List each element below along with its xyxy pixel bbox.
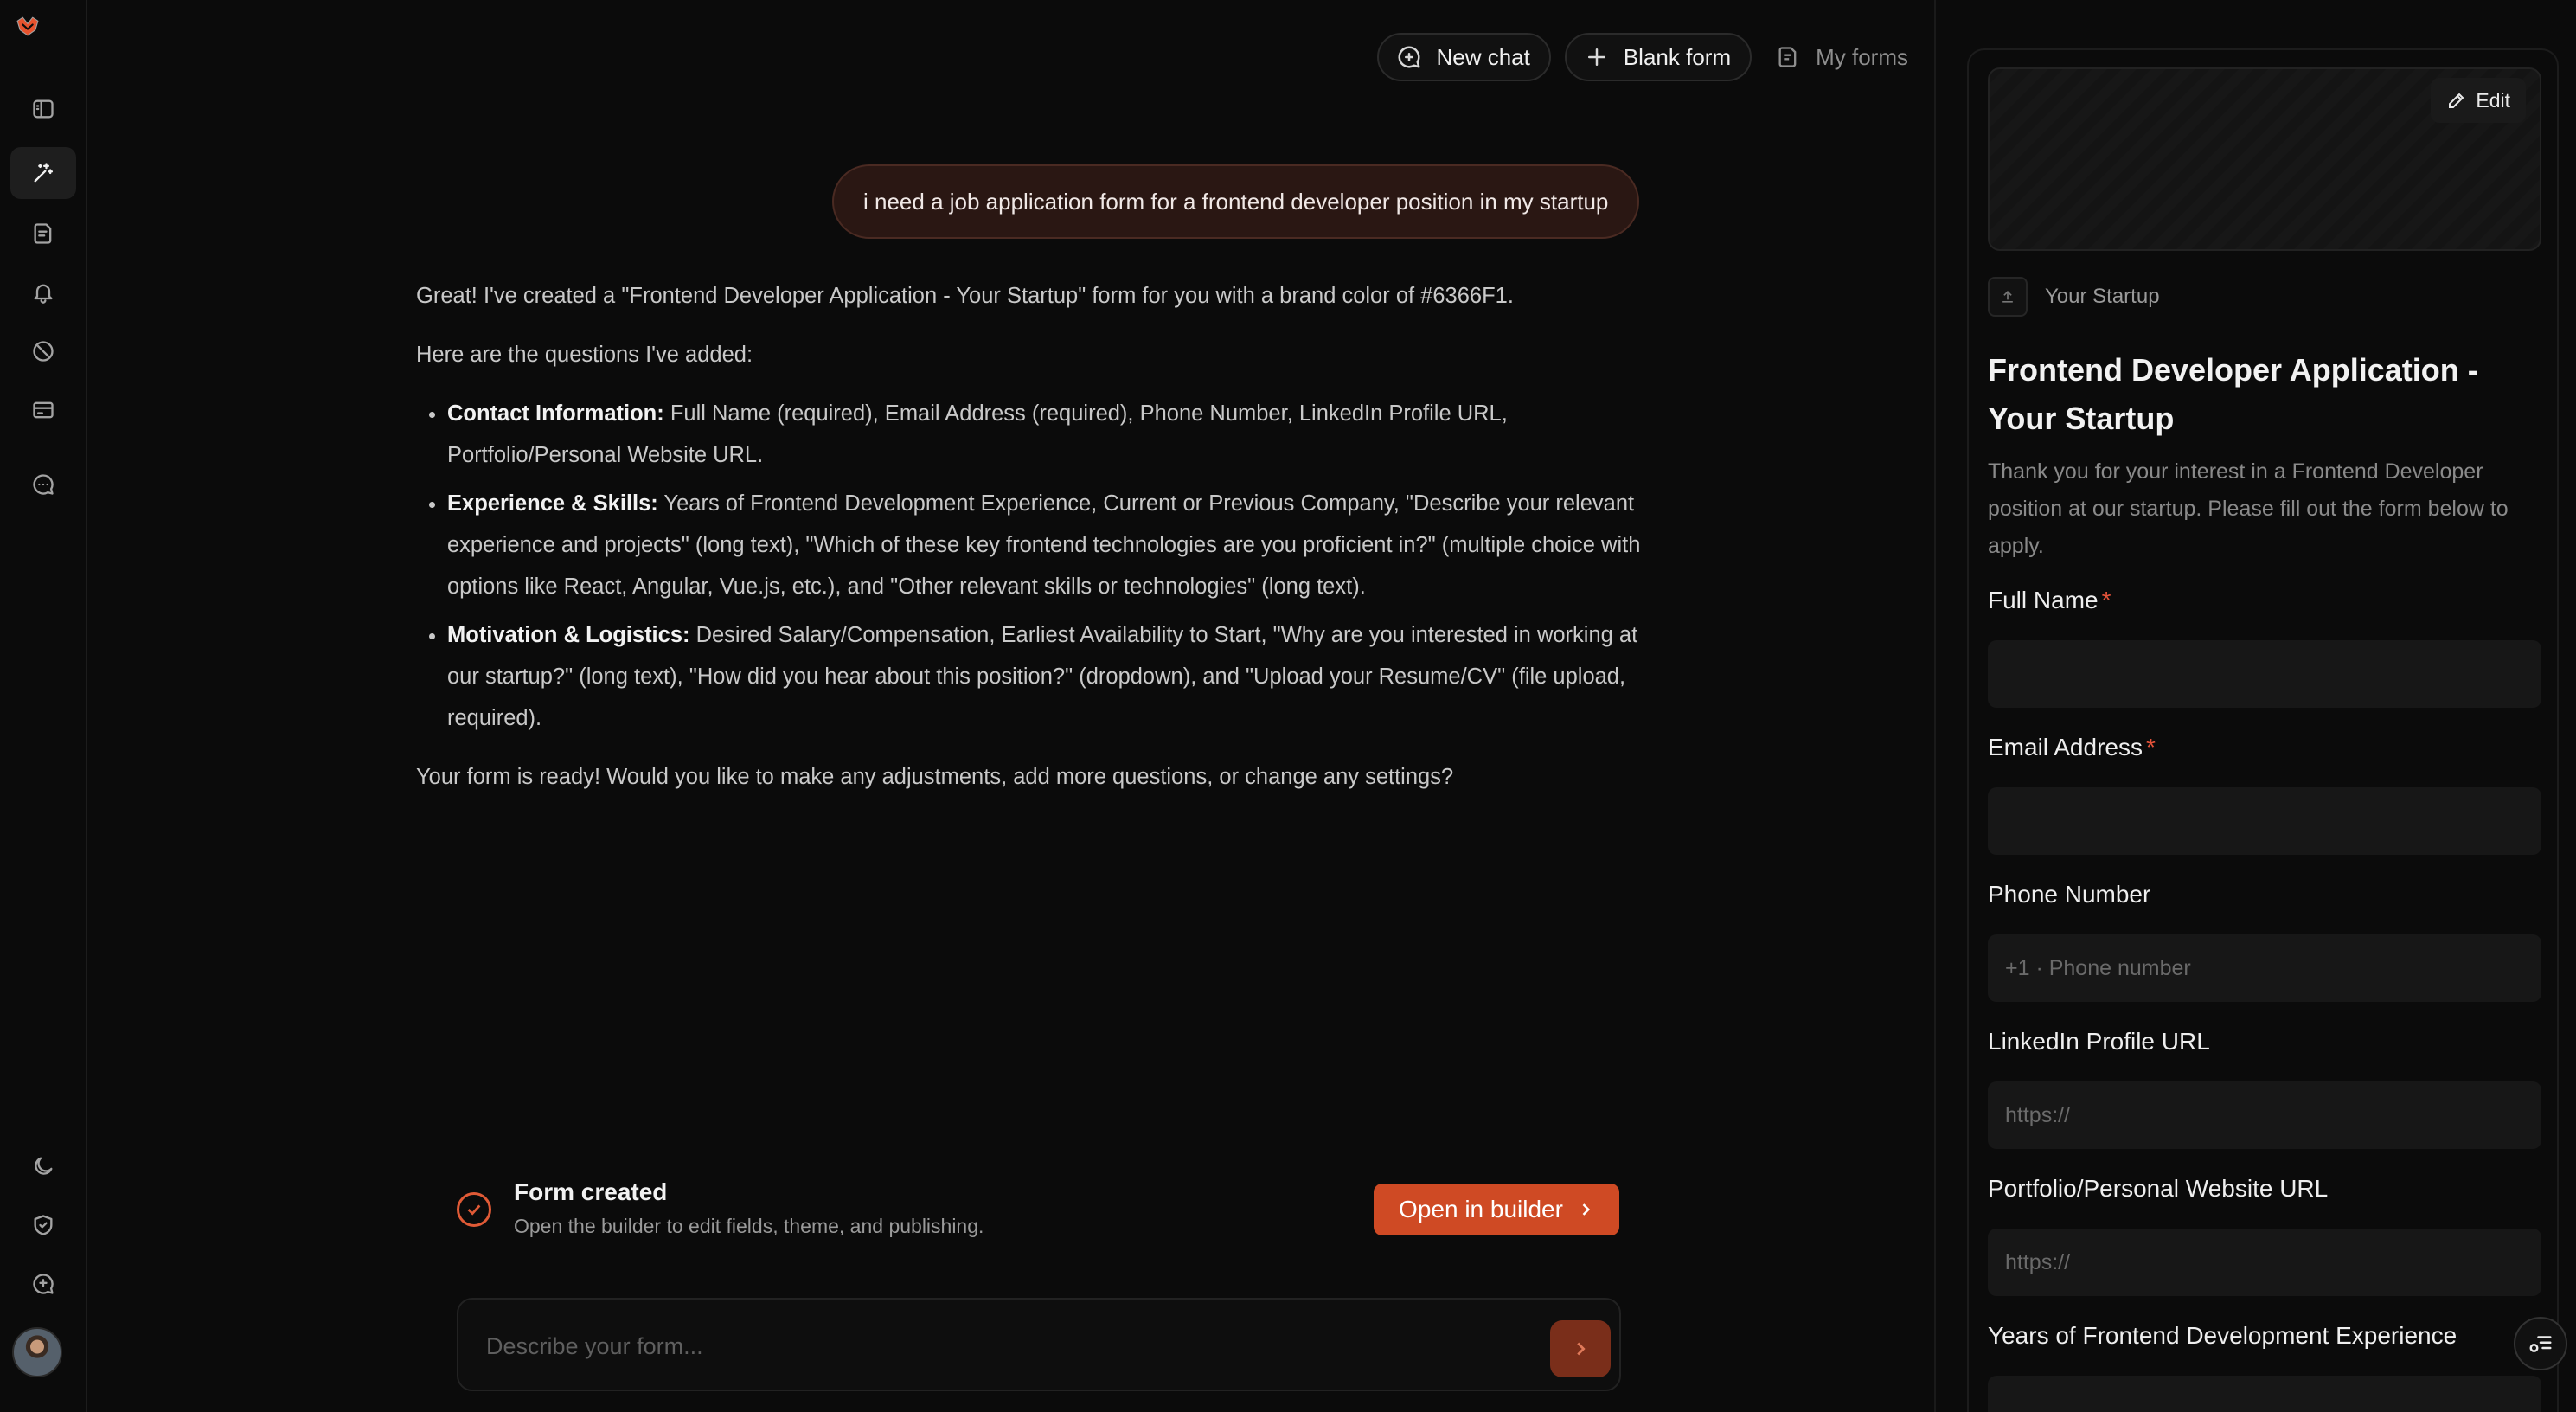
chevron-right-icon bbox=[1577, 1342, 1586, 1356]
list-settings-icon bbox=[2529, 1336, 2552, 1352]
field-label-phone: Phone Number bbox=[1988, 881, 2150, 908]
shield-check-icon bbox=[34, 1215, 53, 1236]
forms-button[interactable] bbox=[10, 208, 76, 260]
panel-divider bbox=[1934, 0, 1936, 1412]
chevron-right-icon bbox=[1582, 1203, 1591, 1216]
user-message-text: i need a job application form for a fron… bbox=[863, 188, 1609, 215]
field-label-text: LinkedIn Profile URL bbox=[1988, 1028, 2210, 1055]
cover-image-placeholder[interactable]: Edit bbox=[1988, 67, 2541, 251]
feedback-button[interactable] bbox=[10, 1258, 76, 1310]
new-chat-icon bbox=[1399, 46, 1420, 68]
field-label-experience: Years of Frontend Development Experience bbox=[1988, 1322, 2457, 1350]
my-forms-label: My forms bbox=[1816, 43, 1908, 70]
forms-icon bbox=[34, 223, 52, 244]
email-field[interactable] bbox=[1988, 787, 2541, 855]
portfolio-field[interactable] bbox=[1988, 1229, 2541, 1296]
list-item: Experience & Skills: Years of Frontend D… bbox=[447, 483, 1662, 607]
required-mark: * bbox=[2145, 734, 2156, 761]
form-settings-button[interactable] bbox=[2514, 1317, 2567, 1370]
chat-button[interactable] bbox=[10, 459, 76, 510]
icon-rail bbox=[0, 0, 87, 1412]
field-label-text: Email Address bbox=[1988, 734, 2143, 761]
full-name-field[interactable] bbox=[1988, 640, 2541, 708]
open-in-builder-button[interactable]: Open in builder bbox=[1374, 1184, 1619, 1236]
upload-logo-button[interactable] bbox=[1988, 277, 2028, 317]
card-icon bbox=[33, 401, 54, 419]
section-title: Contact Information: bbox=[447, 401, 664, 426]
security-button[interactable] bbox=[10, 1199, 76, 1251]
new-chat-button[interactable]: New chat bbox=[1377, 33, 1551, 81]
ai-builder-button[interactable] bbox=[10, 147, 76, 199]
field-label-text: Portfolio/Personal Website URL bbox=[1988, 1175, 2329, 1202]
form-preview-panel: Edit Your Startup Frontend Developer App… bbox=[1967, 48, 2559, 1412]
experience-field[interactable] bbox=[1988, 1376, 2541, 1412]
required-mark: * bbox=[2101, 587, 2111, 613]
chat-bubble-icon bbox=[33, 474, 54, 495]
form-description: Thank you for your interest in a Fronten… bbox=[1988, 459, 2509, 558]
assistant-reply: Great! I've created a "Frontend Develope… bbox=[416, 275, 1662, 815]
notifications-button[interactable] bbox=[10, 266, 76, 318]
theme-toggle-button[interactable] bbox=[10, 1140, 76, 1192]
edit-label: Edit bbox=[2476, 88, 2510, 112]
brand-row: Your Startup bbox=[1988, 277, 2160, 317]
feedback-icon bbox=[33, 1274, 54, 1294]
top-toolbar: New chat Blank form My forms bbox=[1377, 33, 1919, 81]
user-avatar[interactable] bbox=[12, 1327, 62, 1377]
form-title: Frontend Developer Application - Your St… bbox=[1988, 352, 2478, 436]
reply-intro: Great! I've created a "Frontend Develope… bbox=[416, 284, 1514, 308]
bell-icon bbox=[34, 284, 53, 304]
slash-tag-icon bbox=[33, 341, 54, 362]
ai-sparkle-icon bbox=[34, 163, 54, 183]
send-button[interactable] bbox=[1550, 1320, 1611, 1377]
prompt-box bbox=[457, 1298, 1621, 1391]
open-in-builder-label: Open in builder bbox=[1399, 1196, 1563, 1223]
pencil-icon bbox=[2449, 93, 2464, 108]
form-created-card: Form created Open the builder to edit fi… bbox=[457, 1173, 1621, 1248]
field-label-full-name: Full Name * bbox=[1988, 587, 2111, 614]
linkedin-field[interactable] bbox=[1988, 1081, 2541, 1149]
field-label-linkedin: LinkedIn Profile URL bbox=[1988, 1028, 2210, 1056]
brand-name: Your Startup bbox=[2045, 285, 2160, 308]
blank-form-label: Blank form bbox=[1623, 43, 1732, 70]
reply-questions-heading: Here are the questions I've added: bbox=[416, 343, 753, 367]
user-message-bubble: i need a job application form for a fron… bbox=[832, 164, 1640, 239]
blank-form-button[interactable]: Blank form bbox=[1564, 33, 1753, 81]
phone-field[interactable] bbox=[1988, 934, 2541, 1002]
plus-icon bbox=[1587, 48, 1605, 66]
field-label-text: Full Name bbox=[1988, 587, 2099, 613]
field-label-portfolio: Portfolio/Personal Website URL bbox=[1988, 1175, 2328, 1203]
reply-sections-list: Contact Information: Full Name (required… bbox=[447, 393, 1662, 739]
list-item: Contact Information: Full Name (required… bbox=[447, 393, 1662, 476]
form-created-subtitle: Open the builder to edit fields, theme, … bbox=[514, 1215, 984, 1237]
field-label-text: Years of Frontend Development Experience bbox=[1988, 1322, 2457, 1349]
new-chat-label: New chat bbox=[1436, 43, 1530, 70]
field-label-email: Email Address * bbox=[1988, 734, 2156, 761]
section-title: Experience & Skills: bbox=[447, 491, 658, 516]
tags-button[interactable] bbox=[10, 325, 76, 377]
sidebar-toggle-button[interactable] bbox=[10, 83, 76, 135]
prompt-input[interactable] bbox=[486, 1325, 1524, 1367]
form-created-title: Form created bbox=[514, 1178, 668, 1205]
edit-cover-button[interactable]: Edit bbox=[2431, 78, 2526, 123]
my-forms-link[interactable]: My forms bbox=[1765, 33, 1919, 81]
brand-logo-icon[interactable] bbox=[16, 14, 62, 57]
list-item: Motivation & Logistics: Desired Salary/C… bbox=[447, 614, 1662, 739]
upload-icon bbox=[2002, 290, 2013, 303]
check-circle-icon bbox=[457, 1192, 491, 1227]
reply-closing: Your form is ready! Would you like to ma… bbox=[416, 765, 1454, 789]
section-title: Motivation & Logistics: bbox=[447, 623, 690, 647]
sidebar-toggle-icon bbox=[33, 99, 54, 119]
billing-button[interactable] bbox=[10, 384, 76, 436]
field-label-text: Phone Number bbox=[1988, 881, 2151, 908]
forms-icon bbox=[1778, 47, 1797, 67]
moon-icon bbox=[35, 1157, 53, 1175]
